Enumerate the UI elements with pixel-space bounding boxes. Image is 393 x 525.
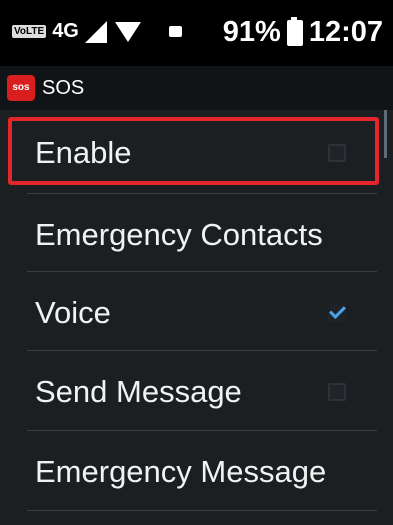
send-message-checkbox[interactable] bbox=[328, 383, 346, 401]
settings-item-emergency-message[interactable]: Emergency Message bbox=[0, 431, 393, 513]
settings-item-label: Send Message bbox=[35, 374, 242, 409]
settings-item-label: Emergency Message bbox=[35, 454, 327, 489]
status-bar: VoLTE 4G 91% 12:07 bbox=[0, 0, 393, 66]
message-icon bbox=[168, 26, 182, 37]
divider bbox=[27, 510, 377, 511]
battery-percent: 91% bbox=[222, 16, 281, 48]
network-type: 4G bbox=[52, 20, 79, 42]
status-bar-left: VoLTE 4G bbox=[12, 20, 182, 43]
settings-item-emergency-contacts[interactable]: Emergency Contacts bbox=[0, 194, 393, 276]
settings-item-voice[interactable]: Voice bbox=[0, 272, 393, 354]
highlight-frame bbox=[8, 117, 379, 185]
voice-checkbox[interactable] bbox=[328, 304, 346, 322]
battery-icon bbox=[286, 16, 303, 46]
clock: 12:07 bbox=[308, 16, 383, 48]
wifi-icon bbox=[114, 21, 141, 42]
settings-item-label: Emergency Contacts bbox=[35, 217, 323, 252]
signal-icon bbox=[84, 20, 107, 43]
sos-logo-icon: sos bbox=[7, 75, 35, 101]
volte-badge: VoLTE bbox=[12, 25, 47, 38]
status-bar-right: 91% 12:07 bbox=[223, 16, 383, 49]
settings-item-label: Voice bbox=[35, 295, 111, 330]
app-title-bar: sos SOS bbox=[0, 66, 393, 110]
settings-item-send-message[interactable]: Send Message bbox=[0, 351, 393, 433]
page-title: SOS bbox=[42, 77, 85, 99]
